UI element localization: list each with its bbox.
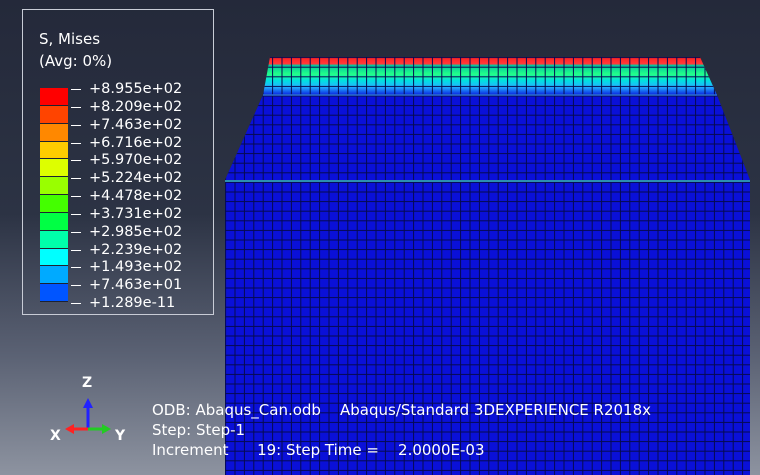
legend-labels: +8.955e+02 +8.209e+02 +7.463e+02 +6.716e…: [71, 81, 182, 313]
axis-triad: Z X Y: [45, 374, 135, 444]
increment-info: Increment 19: Step Time = 2.0000E-03: [152, 441, 485, 459]
axis-x-label: X: [50, 428, 61, 444]
legend-swatch: [40, 195, 68, 213]
legend-value: +2.985e+02: [71, 224, 182, 242]
axis-z-label: Z: [82, 375, 93, 391]
legend-value: +6.716e+02: [71, 135, 182, 153]
legend-value: +1.493e+02: [71, 259, 182, 277]
legend-swatch: [40, 230, 68, 249]
legend-value: +7.463e+01: [71, 277, 182, 295]
legend-value: +8.209e+02: [71, 99, 182, 117]
legend-colorbar: [40, 88, 68, 303]
legend-swatch: [40, 248, 68, 267]
step-info: Step: Step-1: [152, 421, 246, 439]
legend-value: +7.463e+02: [71, 117, 182, 135]
legend-value: +5.970e+02: [71, 152, 182, 170]
legend-swatch: [40, 141, 68, 160]
legend-value: +5.224e+02: [71, 170, 182, 188]
legend-value: +1.289e-11: [71, 295, 182, 313]
legend-value: +2.239e+02: [71, 242, 182, 260]
legend-value: +4.478e+02: [71, 188, 182, 206]
viewport-info-text: ODB: Abaqus_Can.odb Abaqus/Standard 3DEX…: [152, 400, 651, 460]
axis-y-label: Y: [115, 428, 126, 444]
legend-value: +3.731e+02: [71, 206, 182, 224]
legend-title: S, Mises: [39, 30, 101, 48]
legend-swatch: [40, 284, 68, 303]
legend-swatch: [40, 177, 68, 196]
legend-value: +8.955e+02: [71, 81, 182, 99]
legend-swatch: [40, 105, 68, 124]
legend-swatch: [40, 123, 68, 142]
legend-swatch: [40, 266, 68, 285]
legend-swatch: [40, 212, 68, 231]
legend-panel: S, Mises (Avg: 0%) +8.955e+02 +8.209e+02…: [22, 9, 214, 315]
odb-info: ODB: Abaqus_Can.odb Abaqus/Standard 3DEX…: [152, 401, 652, 419]
legend-swatch: [40, 159, 68, 178]
legend-subtitle: (Avg: 0%): [39, 52, 113, 70]
legend-swatch: [40, 88, 68, 106]
